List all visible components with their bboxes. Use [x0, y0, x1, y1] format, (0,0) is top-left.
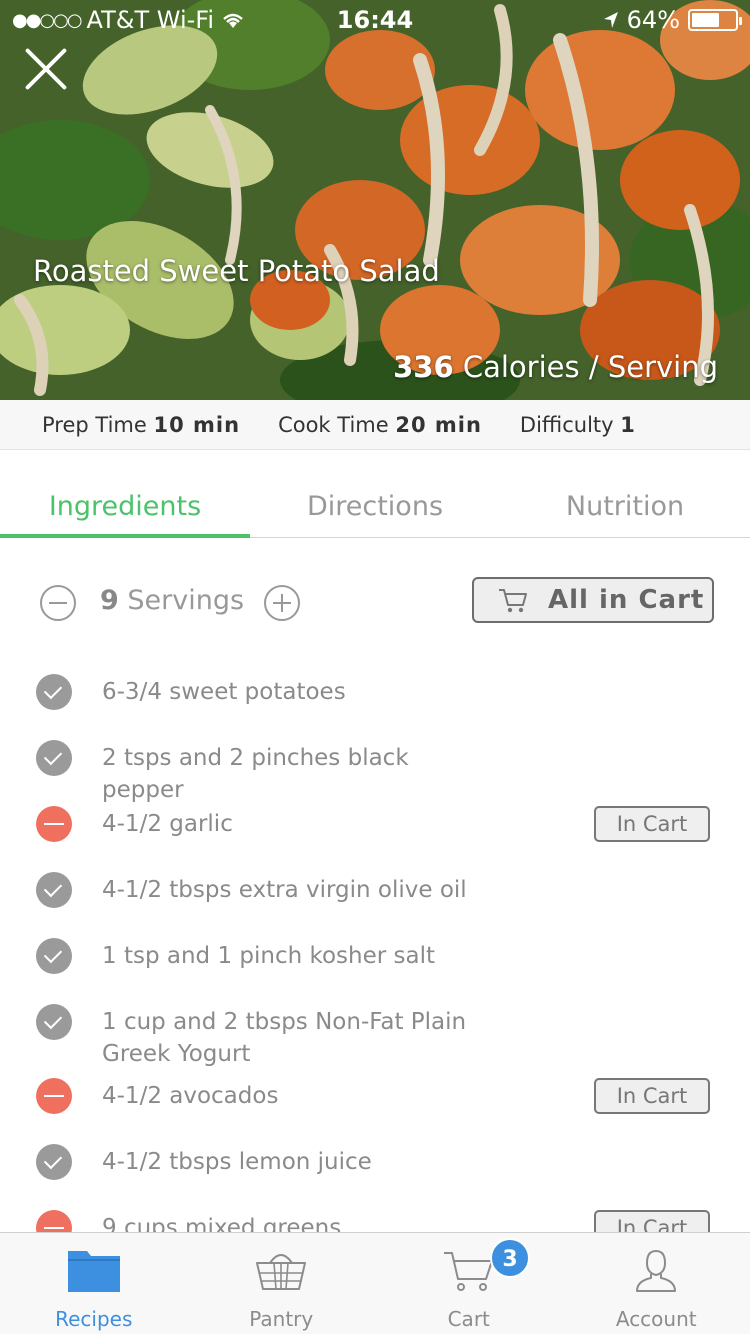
nav-recipes[interactable]: Recipes	[0, 1233, 188, 1334]
tab-ingredients[interactable]: Ingredients	[0, 475, 250, 538]
close-button[interactable]	[22, 45, 70, 93]
nav-cart[interactable]: Cart	[375, 1233, 563, 1334]
recipe-info-strip: Prep Time 10 min Cook Time 20 min Diffic…	[0, 400, 750, 450]
status-bar: ●●○○○ AT&T Wi-Fi 16:44 64%	[0, 0, 750, 40]
difficulty-label: Difficulty	[519, 412, 614, 437]
carrier-info: ●●○○○ AT&T Wi-Fi	[12, 6, 246, 34]
servings-row: 9 Servings All in Cart	[0, 575, 750, 627]
ingredient-text: 4-1/2 tbsps extra virgin olive oil	[102, 877, 467, 903]
nav-pantry-label: Pantry	[249, 1307, 314, 1331]
servings-label: Servings	[127, 585, 245, 616]
cart-icon	[499, 589, 527, 613]
cook-time-value: 20 min	[395, 412, 482, 437]
ingredient-text: 4-1/2 avocados	[102, 1083, 279, 1109]
basket-icon	[256, 1254, 307, 1290]
prep-time-value: 10 min	[153, 412, 241, 437]
servings-number: 9	[100, 585, 119, 616]
tab-directions[interactable]: Directions	[250, 475, 500, 537]
servings-count: 9 Servings	[100, 585, 244, 616]
nav-pantry[interactable]: Pantry	[188, 1233, 376, 1334]
folder-icon	[67, 1251, 120, 1292]
checked-icon[interactable]	[36, 938, 72, 974]
remove-icon[interactable]	[36, 806, 72, 842]
ingredient-text: 2 tsps and 2 pinches black pepper	[102, 745, 409, 803]
ingredient-text: 1 cup and 2 tbsps Non-Fat Plain Greek Yo…	[102, 1009, 467, 1067]
salad-photo	[0, 0, 750, 400]
battery-icon	[688, 9, 742, 31]
checked-icon[interactable]	[36, 1004, 72, 1040]
recipe-hero-image: ●●○○○ AT&T Wi-Fi 16:44 64% Roasted Sweet…	[0, 0, 750, 400]
calories-label: Calories / Serving	[462, 350, 718, 384]
ingredients-list: 6-3/4 sweet potatoes 2 tsps and 2 pinche…	[0, 660, 750, 1232]
recipe-tabs: Ingredients Directions Nutrition	[0, 475, 750, 538]
carrier-name: AT&T Wi-Fi	[86, 6, 215, 34]
cart-count-badge: 3	[490, 1238, 530, 1278]
cart-icon	[443, 1252, 493, 1291]
cook-time-label: Cook Time	[278, 412, 389, 437]
battery-percent: 64%	[626, 6, 680, 34]
in-cart-button[interactable]: In Cart	[594, 1078, 710, 1114]
all-in-cart-button[interactable]: All in Cart	[472, 577, 714, 623]
increase-servings-button[interactable]	[264, 585, 300, 621]
location-arrow-icon	[603, 12, 618, 28]
prep-time-label: Prep Time	[42, 412, 147, 437]
ingredient-text: 1 tsp and 1 pinch kosher salt	[102, 943, 436, 969]
calories-per-serving: 336 Calories / Serving	[393, 350, 718, 384]
difficulty: Difficulty 1	[520, 413, 636, 437]
remove-icon[interactable]	[36, 1078, 72, 1114]
cook-time: Cook Time 20 min	[278, 413, 482, 437]
ingredient-text: 4-1/2 tbsps lemon juice	[102, 1149, 372, 1175]
checked-icon[interactable]	[36, 1144, 72, 1180]
decrease-servings-button[interactable]	[40, 585, 76, 621]
battery-fill	[692, 13, 719, 27]
tab-nutrition[interactable]: Nutrition	[500, 475, 750, 537]
ingredient-text: 4-1/2 garlic	[102, 811, 233, 837]
nav-account-label: Account	[615, 1307, 697, 1331]
wifi-icon	[223, 13, 243, 28]
nav-recipes-label: Recipes	[55, 1307, 133, 1331]
person-icon	[636, 1249, 677, 1292]
ingredient-text: 9 cups mixed greens	[102, 1215, 342, 1232]
ingredient-text: 6-3/4 sweet potatoes	[102, 679, 346, 705]
recipe-title: Roasted Sweet Potato Salad	[33, 254, 440, 288]
all-in-cart-label: All in Cart	[548, 585, 705, 615]
checked-icon[interactable]	[36, 674, 72, 710]
remove-icon[interactable]	[36, 1210, 72, 1232]
in-cart-button[interactable]: In Cart	[594, 1210, 710, 1232]
checked-icon[interactable]	[36, 740, 72, 776]
in-cart-button[interactable]: In Cart	[594, 806, 710, 842]
prep-time: Prep Time 10 min	[42, 413, 240, 437]
signal-icon: ●●○○○	[12, 9, 83, 31]
difficulty-value: 1	[620, 412, 636, 437]
checked-icon[interactable]	[36, 872, 72, 908]
nav-account[interactable]: Account	[563, 1233, 750, 1334]
bottom-tab-bar: Recipes Pantry Cart Account	[0, 1232, 750, 1334]
nav-cart-label: Cart	[447, 1307, 490, 1331]
calories-value: 336	[393, 350, 454, 384]
